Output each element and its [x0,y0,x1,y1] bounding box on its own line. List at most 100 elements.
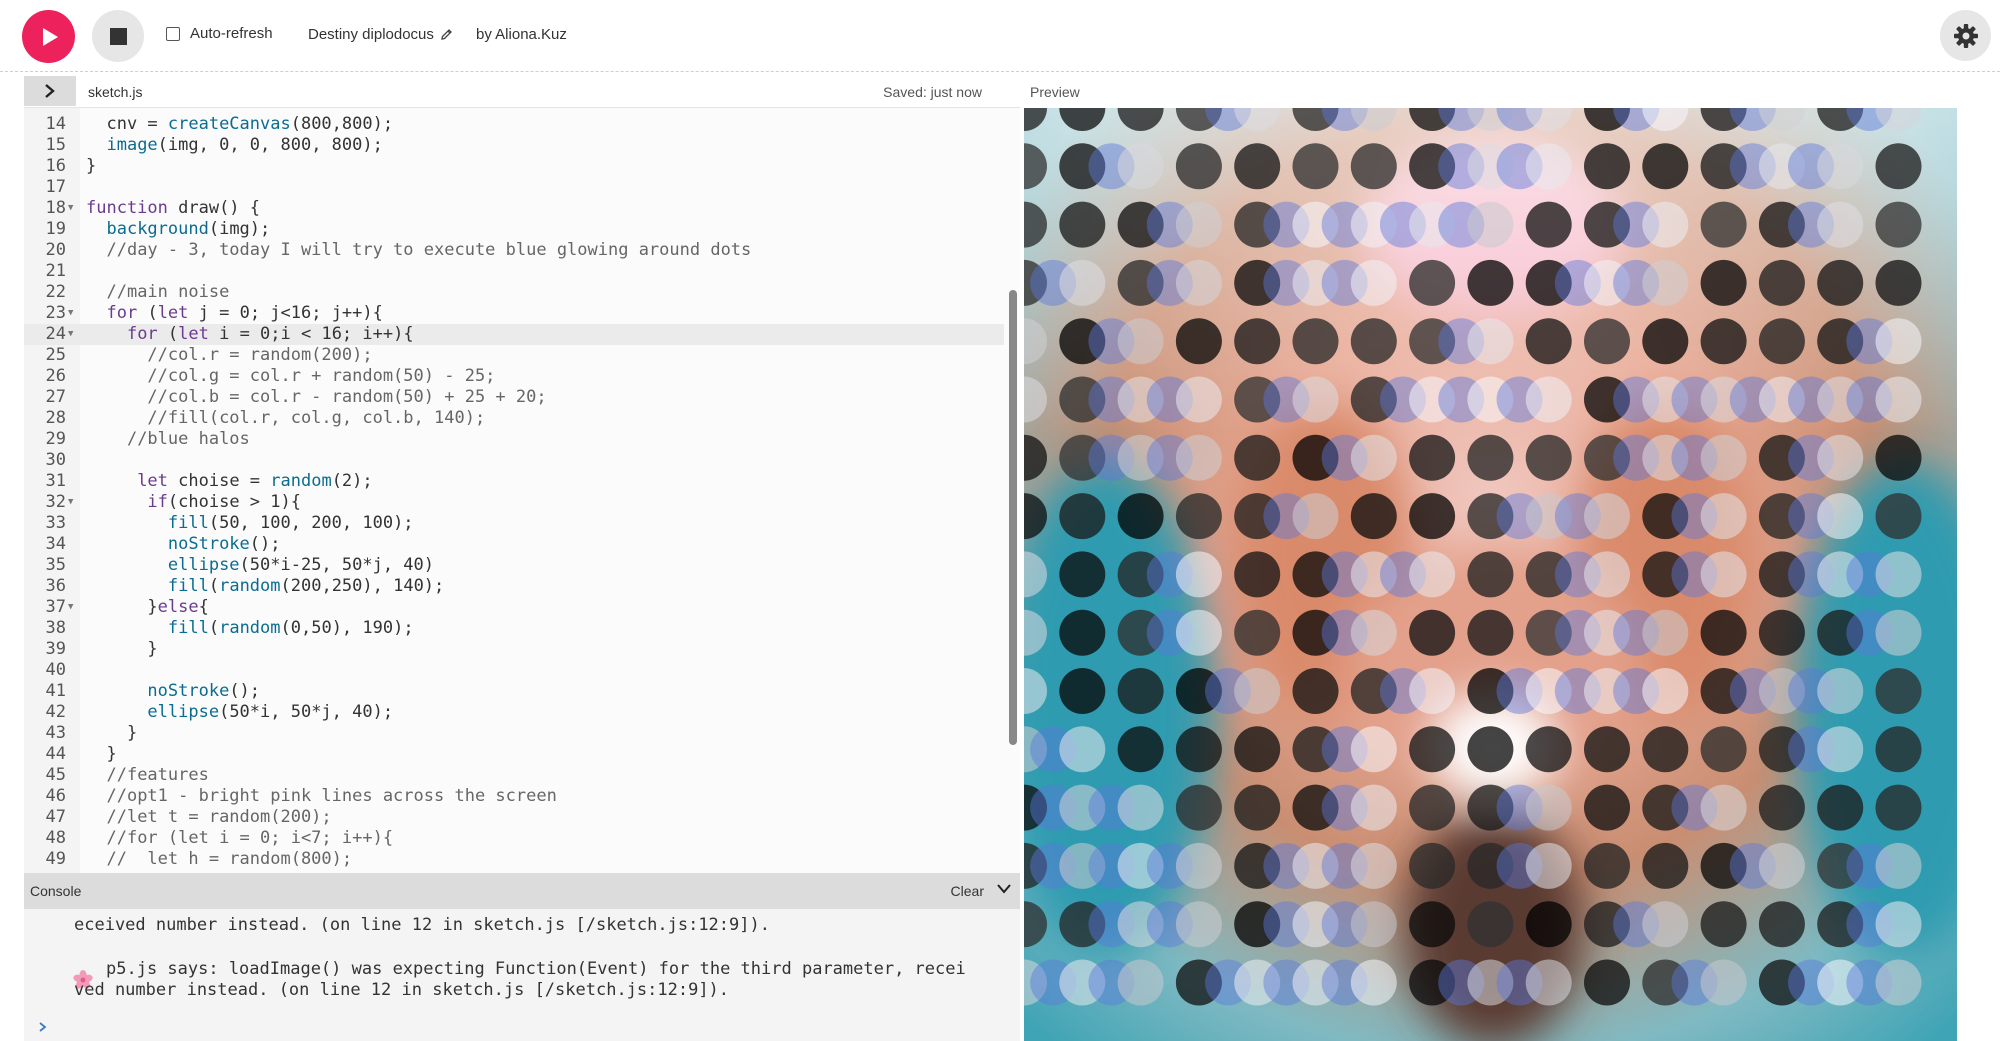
stop-icon [109,27,127,45]
code-line[interactable]: 40 [24,660,1004,681]
file-tab[interactable]: sketch.js [88,84,142,100]
dark-dot [1875,784,1922,831]
code-line[interactable]: 28 //fill(col.r, col.g, col.b, 140); [24,408,1004,429]
code-line[interactable]: 49 // let h = random(800); [24,849,1004,870]
dark-dot [1292,143,1339,190]
sketch-preview-canvas[interactable] [1024,108,1957,1041]
dark-dot [1292,668,1339,714]
dark-dot [1409,784,1456,831]
light-dot [1525,376,1572,423]
settings-button[interactable] [1940,10,1991,61]
console-collapse-button[interactable] [996,882,1012,901]
auto-refresh-toggle[interactable]: Auto-refresh [166,25,273,42]
line-number: 19 [45,219,66,239]
code-editor[interactable]: 14 cnv = createCanvas(800,800); 15 image(… [24,108,1020,873]
line-number: 30 [45,450,66,470]
code-line[interactable]: 31 let choise = random(2); [24,471,1004,492]
code-line[interactable]: 26 //col.g = col.r + random(50) - 25; [24,366,1004,387]
light-dot [1584,551,1630,598]
light-dot [1642,901,1689,948]
code-line[interactable]: 14 cnv = createCanvas(800,800); [24,114,1004,135]
code-line[interactable]: 43 } [24,723,1004,744]
code-line[interactable]: 45 //features [24,765,1004,786]
code-text: fill(random(200,250), 140); [167,576,445,596]
dark-dot [1175,784,1222,831]
code-line[interactable]: 20 //day - 3, today I will try to execut… [24,240,1004,261]
code-line[interactable]: 29 //blue halos [24,429,1004,450]
code-line[interactable]: 15 image(img, 0, 0, 800, 800); [24,135,1004,156]
play-icon [42,27,58,46]
code-line[interactable]: 48 //for (let i = 0; i<7; i++){ [24,828,1004,849]
light-dot [1292,493,1339,540]
sketch-name[interactable]: Destiny diplodocus [308,26,453,43]
code-line[interactable]: 32 ▼ if(choise > 1){ [24,492,1004,513]
code-text: // let h = random(800); [106,849,353,869]
stop-button[interactable] [92,10,144,62]
line-number: 22 [45,282,66,302]
play-button[interactable] [22,10,75,63]
code-line[interactable]: 34 noStroke(); [24,534,1004,555]
code-line[interactable]: 33 fill(50, 100, 200, 100); [24,513,1004,534]
console-header: Console Clear [24,873,1020,909]
light-dot [1350,842,1397,889]
code-line[interactable]: 42 ellipse(50*i, 50*j, 40); [24,702,1004,723]
fold-arrow-icon[interactable]: ▼ [68,198,73,219]
code-line[interactable]: 35 ellipse(50*i-25, 50*j, 40) [24,555,1004,576]
code-line[interactable]: 39 } [24,639,1004,660]
fold-arrow-icon[interactable]: ▼ [68,597,73,618]
dark-dot [1875,668,1922,714]
code-line[interactable]: 27 //col.b = col.r - random(50) + 25 + 2… [24,387,1004,408]
light-dot [1175,609,1222,656]
light-dot [1875,609,1922,656]
code-line[interactable]: 41 noStroke(); [24,681,1004,702]
fold-arrow-icon[interactable]: ▼ [68,324,73,345]
code-line[interactable]: 25 //col.r = random(200); [24,345,1004,366]
console-prompt-icon[interactable] [38,1021,48,1033]
light-dot [1525,143,1572,190]
dark-dot [1525,201,1572,248]
dark-dot [1584,959,1630,1006]
light-dot [1467,201,1514,248]
code-line[interactable]: 21 [24,261,1004,282]
dark-dot [1175,726,1222,773]
fold-arrow-icon[interactable]: ▼ [68,492,73,513]
dark-dot [1059,201,1106,248]
code-text: for (let i = 0;i < 16; i++){ [126,324,414,344]
code-line[interactable]: 30 [24,450,1004,471]
code-line[interactable]: 38 fill(random(0,50), 190); [24,618,1004,639]
code-line[interactable]: 18 ▼ function draw() { [24,198,1004,219]
code-line[interactable]: 16} [24,156,1004,177]
code-line[interactable]: 24 ▼ for (let i = 0;i < 16; i++){ [24,324,1004,345]
code-line[interactable]: 37 ▼ }else{ [24,597,1004,618]
code-text: //main noise [106,282,230,302]
code-line[interactable]: 46 //opt1 - bright pink lines across the… [24,786,1004,807]
dark-dot [1875,143,1922,190]
pencil-icon[interactable] [440,28,453,41]
light-dot [1175,901,1222,948]
fold-arrow-icon[interactable]: ▼ [68,303,73,324]
code-line[interactable]: 47 //let t = random(200); [24,807,1004,828]
light-dot [1817,143,1864,190]
code-line[interactable]: 44 } [24,744,1004,765]
auto-refresh-checkbox[interactable] [166,26,180,41]
sidebar-toggle-button[interactable] [24,76,76,106]
code-lines[interactable]: 14 cnv = createCanvas(800,800); 15 image(… [24,114,1004,870]
dark-dot [1409,259,1456,306]
light-dot [1642,201,1689,248]
code-text: //opt1 - bright pink lines across the sc… [106,786,557,806]
code-line[interactable]: 36 fill(random(200,250), 140); [24,576,1004,597]
line-number: 31 [45,471,66,491]
code-line[interactable]: 17 [24,177,1004,198]
dark-dot [1525,726,1572,773]
dark-dot [1467,726,1514,773]
code-line[interactable]: 23 ▼ for (let j = 0; j<16; j++){ [24,303,1004,324]
line-number: 47 [45,807,66,827]
code-line[interactable]: 19 background(img); [24,219,1004,240]
editor-scrollbar[interactable] [1009,290,1017,745]
author-link[interactable]: by Aliona.Kuz [476,26,567,43]
code-line[interactable]: 22 //main noise [24,282,1004,303]
light-dot [1292,376,1339,423]
saved-status: Saved: just now [883,84,982,100]
dark-dot [1525,318,1572,365]
console-clear-button[interactable]: Clear [951,883,984,899]
